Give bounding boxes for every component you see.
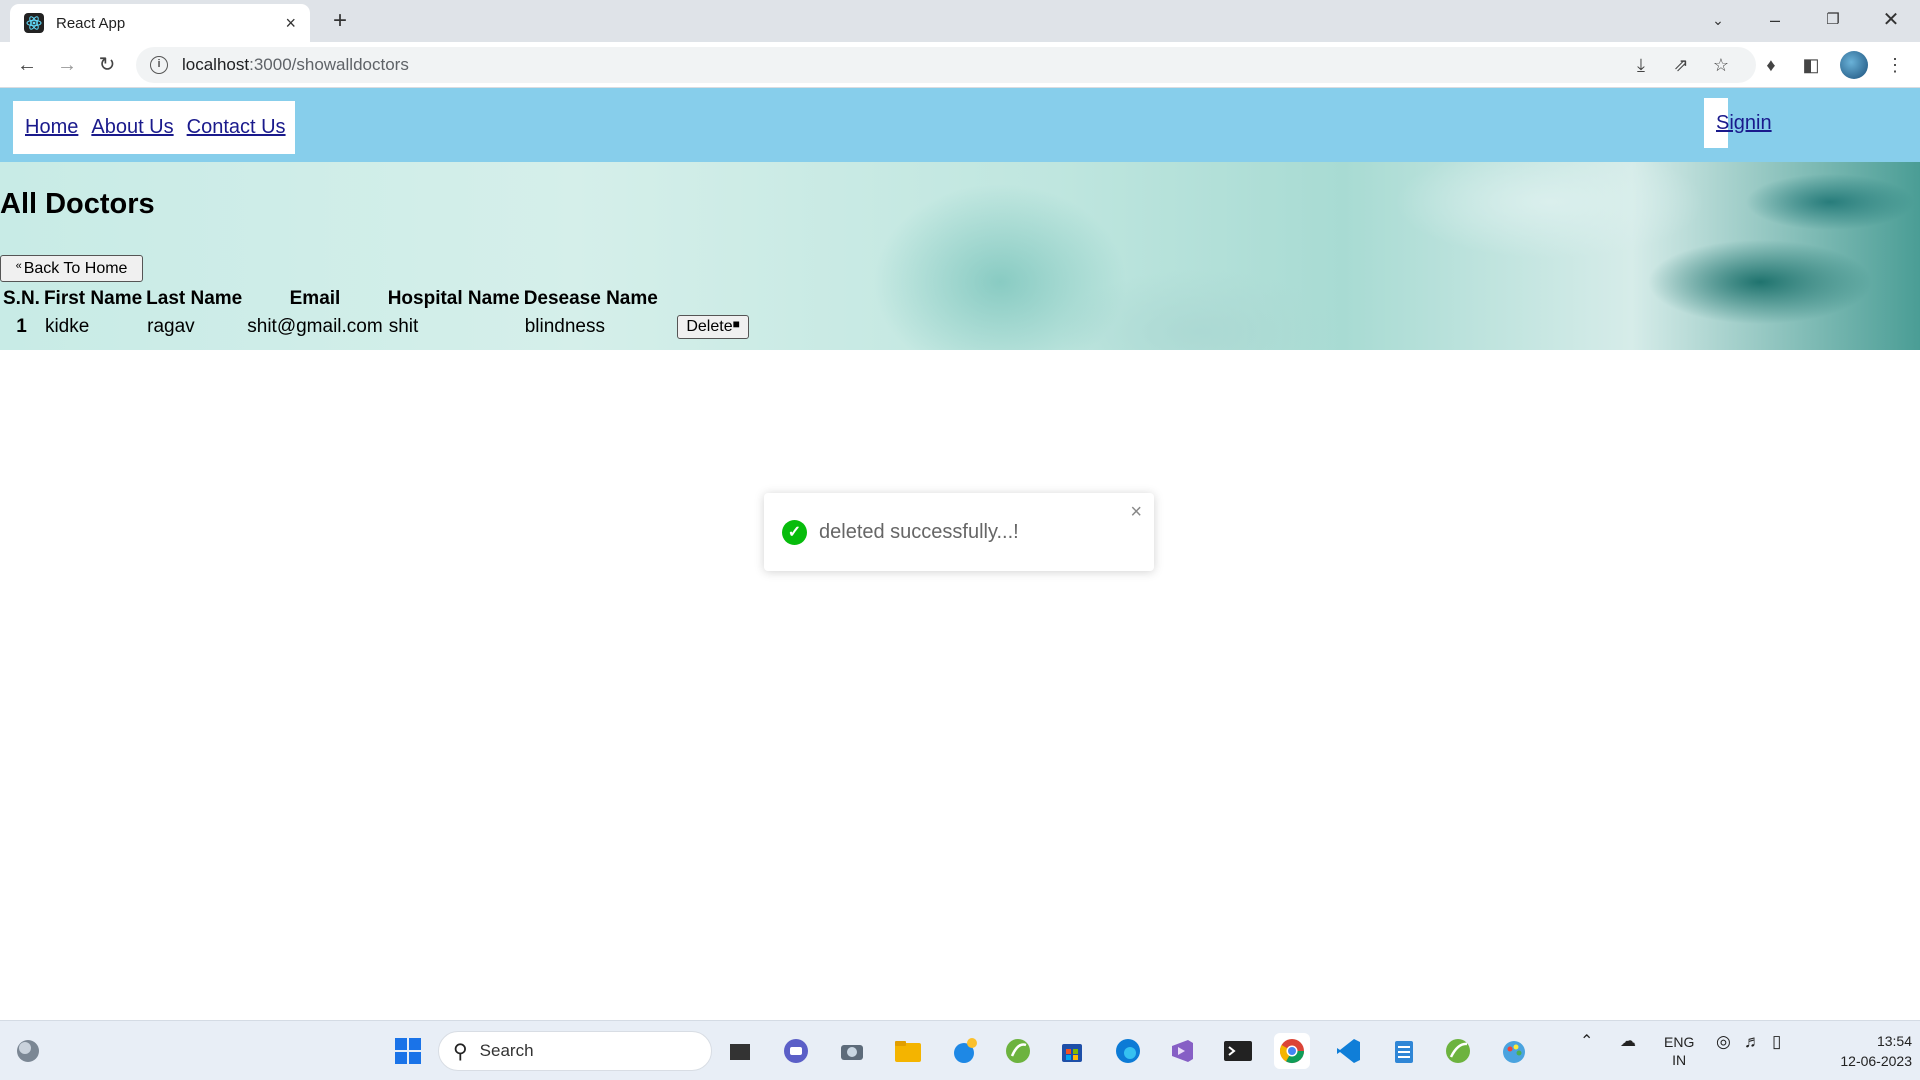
paint-icon[interactable] [1496,1033,1532,1069]
visual-studio-icon[interactable] [1164,1033,1200,1069]
column-header: Email [289,288,341,309]
page-content: Home About Us Contact Us Signin All Doct… [0,88,1920,1020]
network-icon[interactable]: ◎ [1716,1033,1731,1051]
cell-hospital: shit [388,316,419,337]
back-to-home-button[interactable]: «Back To Home [0,255,143,282]
install-icon[interactable]: ⤓ [1628,52,1654,78]
nav-links: Home About Us Contact Us [13,101,295,154]
clock-time: 13:54 [1876,1033,1912,1049]
signin-box: Signin [1704,98,1772,148]
site-info-icon[interactable]: i [150,56,168,74]
store-icon[interactable] [1054,1033,1090,1069]
show-hidden-icons-icon[interactable]: ⌃ [1580,1033,1593,1051]
volume-icon[interactable]: ♬ [1744,1033,1761,1051]
cell-email: shit@gmail.com [247,316,383,337]
double-chevron-left-icon: « [15,259,22,272]
bookmark-star-icon[interactable]: ☆ [1708,52,1734,78]
doctors-table: S.N. First Name Last Name Email Hospital… [1,286,752,342]
site-navbar: Home About Us Contact Us Signin [0,88,1920,162]
column-header: Last Name [146,288,243,309]
share-icon[interactable]: ⇗ [1668,52,1694,78]
trash-icon: ■ [732,317,740,331]
camera-icon[interactable] [834,1033,870,1069]
tab-close-icon[interactable]: × [285,13,296,34]
side-panel-icon[interactable]: ◧ [1798,52,1824,78]
delete-button[interactable]: Delete■ [677,315,749,339]
edge-icon[interactable] [1110,1033,1146,1069]
page-title: All Doctors [0,188,155,220]
reload-icon[interactable]: ↻ [92,50,122,80]
file-explorer-icon[interactable] [890,1033,926,1069]
new-tab-button[interactable]: + [325,6,355,36]
address-bar[interactable]: i localhost:3000/showalldoctors [136,47,1756,83]
battery-icon[interactable]: ▯ [1772,1033,1781,1051]
table-row: 1 kidke ragav shit@gmail.com shit blindn… [1,312,752,342]
profile-avatar[interactable] [1840,51,1868,79]
table-header-row: S.N. First Name Last Name Email Hospital… [1,286,752,312]
taskbar-search[interactable]: ⚲ Search [438,1031,712,1071]
close-window-icon[interactable]: ✕ [1868,0,1914,42]
restore-icon[interactable]: ❐ [1810,0,1856,42]
ie-icon[interactable] [946,1033,982,1069]
toast-close-icon[interactable]: × [1130,501,1142,524]
extensions-icon[interactable]: ♦ [1758,52,1784,78]
chrome-icon[interactable] [1274,1033,1310,1069]
start-icon[interactable] [390,1033,426,1069]
browser-tab-strip: React App × + ⌄ – ❐ ✕ [0,0,1920,42]
minimize-icon[interactable]: – [1752,0,1798,42]
column-header: S.N. [3,288,40,309]
teams-chat-icon[interactable] [778,1033,814,1069]
notepad-icon[interactable] [1386,1033,1422,1069]
nav-home-link[interactable]: Home [25,116,78,139]
search-label: Search [479,1041,534,1060]
column-header: First Name [43,288,143,309]
task-view-icon[interactable] [722,1033,758,1069]
browser-toolbar: ← → ↻ i localhost:3000/showalldoctors ⤓ … [0,42,1920,88]
signin-link[interactable]: Signin [1716,112,1772,135]
search-icon: ⚲ [453,1040,468,1063]
tab-title: React App [56,14,126,32]
column-header-action [660,286,752,312]
clock[interactable]: 13:54 12-06-2023 [1808,1031,1912,1071]
tab-search-icon[interactable]: ⌄ [1695,0,1741,42]
vscode-icon[interactable] [1330,1033,1366,1069]
spring-tool-icon[interactable] [1000,1033,1036,1069]
cell-last-name: ragav [147,316,195,337]
column-header: Desease Name [523,288,658,309]
onedrive-sync-icon[interactable]: ☁ [1620,1033,1636,1051]
menu-icon[interactable]: ⋮ [1882,52,1908,78]
cell-disease: blindness [524,316,605,337]
spring-boot-icon[interactable] [1440,1033,1476,1069]
column-header: Hospital Name [387,288,520,309]
cell-action: Delete■ [660,312,752,342]
cell-first-name: kidke [44,316,90,337]
back-icon[interactable]: ← [12,50,42,80]
browser-tab[interactable]: React App × [10,4,310,42]
success-toast: ✓ deleted successfully...! × [764,493,1154,571]
forward-icon[interactable]: → [52,50,82,80]
url-text: localhost:3000/showalldoctors [182,55,409,74]
language-indicator[interactable]: ENG IN [1664,1033,1694,1069]
cell-sn: 1 [16,316,27,337]
nav-contact-link[interactable]: Contact Us [187,116,286,139]
clock-date: 12-06-2023 [1840,1053,1912,1069]
widgets-icon[interactable] [10,1033,46,1069]
react-icon [24,13,44,33]
check-circle-icon: ✓ [782,519,807,545]
taskbar: ⚲ Search ⌃ ☁ ENG IN ◎ ♬ ▯ 13:54 12-06-20… [0,1020,1920,1080]
toast-message: deleted successfully...! [819,520,1019,543]
terminal-icon[interactable] [1220,1033,1256,1069]
nav-about-link[interactable]: About Us [91,116,173,139]
